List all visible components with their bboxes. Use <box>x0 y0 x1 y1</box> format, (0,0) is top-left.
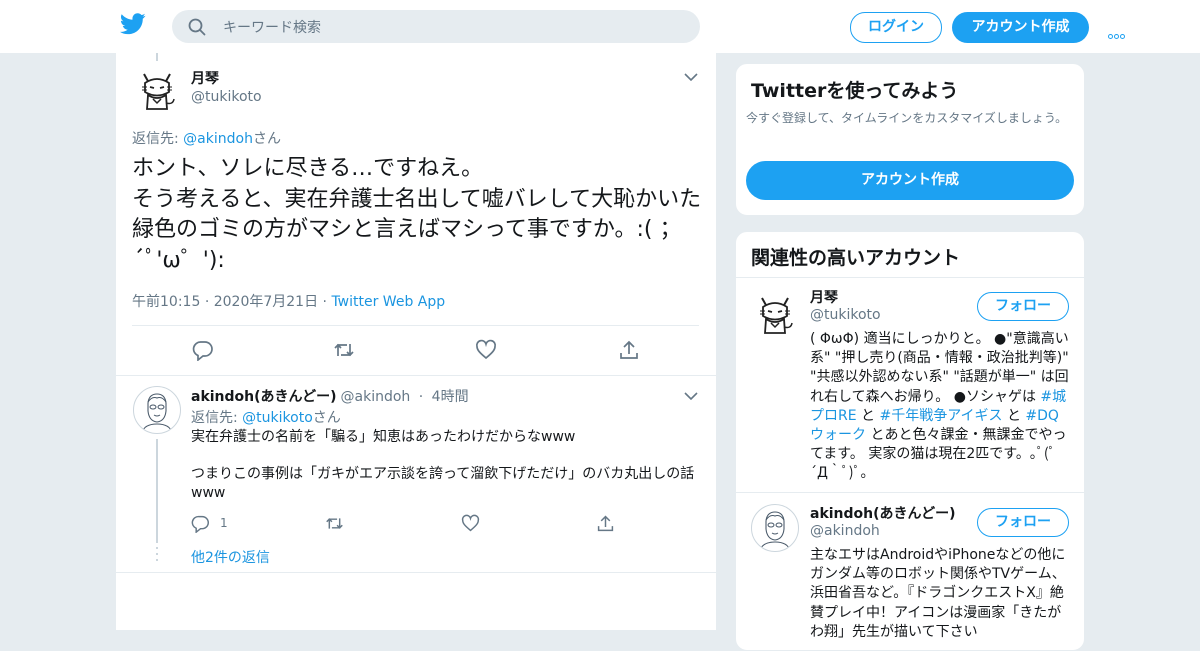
divider <box>116 375 716 376</box>
share-icon[interactable] <box>596 514 615 533</box>
hashtag-link[interactable]: #千年戦争アイギス <box>879 408 1002 424</box>
cat-avatar-icon <box>142 73 175 110</box>
related-accounts-title: 関連性の高いアカウント <box>751 247 961 269</box>
login-button[interactable]: ログイン <box>850 12 942 43</box>
create-account-button[interactable]: アカウント作成 <box>746 161 1074 200</box>
tweet-time[interactable]: 午前10:15 <box>132 294 200 310</box>
signup-card-subtitle: 今すぐ登録して、タイムラインをカスタマイズしましょう。 <box>746 111 1068 125</box>
author-name[interactable]: akindoh(あきんどー) <box>191 389 337 405</box>
reply-icon[interactable] <box>192 339 214 361</box>
reply-count: 1 <box>220 516 228 530</box>
tweet-metadata: 午前10:15 · 2020年7月21日 · Twitter Web App <box>132 294 446 310</box>
like-heart-icon[interactable] <box>461 514 480 533</box>
search-box[interactable]: キーワード検索 <box>172 10 700 43</box>
thread-connector <box>156 53 158 61</box>
tweet-actions <box>116 339 716 363</box>
tweet-time[interactable]: 4時間 <box>432 389 469 405</box>
tweet-date[interactable]: 2020年7月21日 <box>214 294 318 310</box>
twitter-bird-logo-icon[interactable] <box>120 13 146 35</box>
author-name[interactable]: 月琴 <box>191 68 219 88</box>
divider <box>736 492 1084 493</box>
reply-icon[interactable] <box>191 514 210 533</box>
divider <box>132 325 699 326</box>
account-name[interactable]: 月琴 <box>810 287 838 307</box>
account-bio: 主なエサはAndroidやiPhoneなどの他にガンダム等のロボット関係やTVゲ… <box>810 547 1066 640</box>
account-handle[interactable]: @tukikoto <box>810 307 881 323</box>
avatar[interactable] <box>751 289 799 337</box>
author-handle[interactable]: @tukikoto <box>191 89 262 105</box>
signup-card-title: Twitterを使ってみよう <box>751 80 959 102</box>
reply-context: 返信先: @akindohさん <box>132 131 281 147</box>
reply-header: akindoh(あきんどー) @akindoh · 4時間 <box>191 389 469 405</box>
search-input[interactable]: キーワード検索 <box>223 17 321 37</box>
reply-to-link[interactable]: @tukikoto <box>242 410 313 426</box>
like-heart-icon[interactable] <box>475 339 497 361</box>
signup-card: Twitterを使ってみよう 今すぐ登録して、タイムラインをカスタマイズしましょ… <box>735 63 1085 216</box>
tweet-actions <box>116 514 716 536</box>
related-accounts-card: 関連性の高いアカウント 月琴 @tukikoto フォロー ( ΦωΦ) 適当に… <box>735 231 1085 651</box>
divider <box>116 572 716 573</box>
account-bio: ( ΦωΦ) 適当にしっかりと。 ●"意識高い系" "押し売り(商品・情報・政治… <box>810 331 1069 482</box>
avatar[interactable] <box>133 65 181 113</box>
retweet-icon[interactable] <box>333 339 355 361</box>
tweet-text: 実在弁護士の名前を「騙る」知恵はあったわけだからなwww つまりこの事例は「ガキ… <box>191 429 695 501</box>
chevron-down-icon[interactable] <box>684 73 698 81</box>
reply-to-link[interactable]: @akindoh <box>183 131 253 147</box>
account-name[interactable]: akindoh(あきんどー) <box>810 503 956 523</box>
tweet-text: ホント、ソレに尽きる…ですねえ。 そう考えると、実在弁護士名出して嘘バレして大恥… <box>132 156 702 274</box>
follow-button[interactable]: フォロー <box>977 292 1069 321</box>
avatar[interactable] <box>751 504 799 552</box>
search-icon <box>188 18 206 36</box>
man-portrait-avatar-icon <box>759 511 791 551</box>
top-navigation: キーワード検索 ログイン アカウント作成 <box>0 0 1200 54</box>
tweet-source-link[interactable]: Twitter Web App <box>331 294 445 310</box>
divider <box>736 277 1084 278</box>
share-icon[interactable] <box>618 339 640 361</box>
thread-connector <box>156 547 158 565</box>
signup-button[interactable]: アカウント作成 <box>952 12 1089 43</box>
account-handle[interactable]: @akindoh <box>810 523 880 539</box>
cat-avatar-icon <box>760 297 793 334</box>
more-options-icon[interactable] <box>1108 24 1126 43</box>
retweet-icon[interactable] <box>325 514 344 533</box>
reply-context: 返信先: @tukikotoさん <box>191 410 341 426</box>
more-replies-link[interactable]: 他2件の返信 <box>191 547 270 567</box>
author-handle[interactable]: @akindoh <box>341 389 411 405</box>
avatar[interactable] <box>133 386 181 434</box>
follow-button[interactable]: フォロー <box>977 508 1069 537</box>
tweet-thread: 月琴 @tukikoto 返信先: @akindohさん ホント、ソレに尽きる…… <box>115 53 717 630</box>
man-portrait-avatar-icon <box>141 393 173 433</box>
chevron-down-icon[interactable] <box>684 392 698 400</box>
